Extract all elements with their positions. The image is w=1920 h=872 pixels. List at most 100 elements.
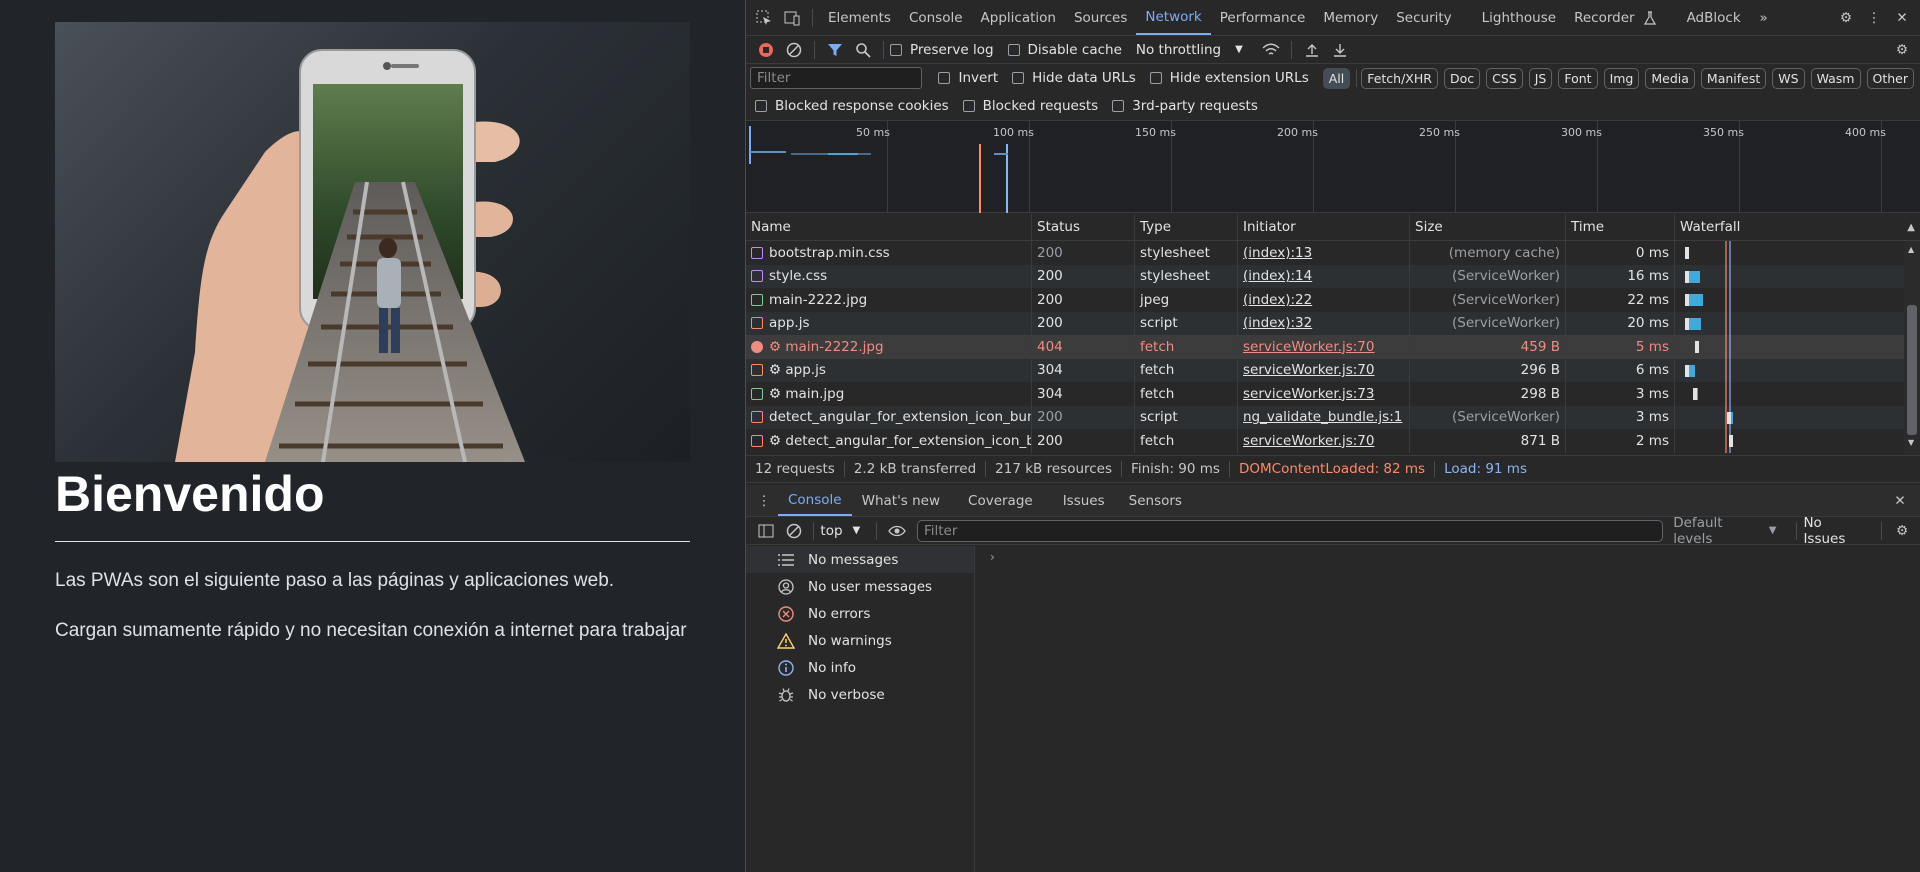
drawer-tab-console[interactable]: Console [778, 485, 852, 516]
close-drawer-icon[interactable]: ✕ [1888, 490, 1912, 512]
filter-chip-manifest[interactable]: Manifest [1700, 67, 1767, 89]
close-devtools-icon[interactable]: ✕ [1890, 7, 1914, 29]
tab-performance[interactable]: Performance [1211, 0, 1315, 35]
blocked-cookies-checkbox[interactable]: Blocked response cookies [755, 98, 949, 114]
sidebar-item-user-messages[interactable]: No user messages [746, 573, 974, 600]
network-overview-timeline[interactable]: 50 ms 100 ms 150 ms 200 ms 250 ms 300 ms… [746, 120, 1920, 213]
network-filter-input[interactable]: Filter [750, 67, 923, 89]
device-toolbar-icon[interactable] [780, 7, 804, 29]
cell-initiator[interactable]: (index):22 [1237, 288, 1409, 312]
tab-security[interactable]: Security [1387, 0, 1460, 35]
tab-adblock[interactable]: AdBlock [1678, 0, 1750, 35]
sidebar-item-verbose[interactable]: No verbose [746, 681, 974, 708]
cell-initiator[interactable]: (index):32 [1237, 311, 1409, 335]
context-select[interactable]: top ▼ [820, 523, 860, 539]
console-filter-input[interactable]: Filter [916, 519, 1664, 542]
cell-initiator[interactable]: serviceWorker.js:70 [1237, 429, 1409, 453]
table-row[interactable]: ⚙ app.js 304 fetch serviceWorker.js:70 296 B… [746, 358, 1904, 382]
timeline-label: 300 ms [1561, 126, 1602, 139]
drawer-tab-whats-new[interactable]: What's new [852, 485, 950, 516]
live-expression-eye-icon[interactable] [885, 520, 909, 542]
cell-initiator[interactable]: serviceWorker.js:70 [1237, 358, 1409, 382]
column-time[interactable]: Time [1565, 214, 1674, 240]
column-status[interactable]: Status [1031, 214, 1134, 240]
preserve-log-checkbox[interactable]: Preserve log [890, 42, 994, 58]
tab-network[interactable]: Network [1136, 0, 1211, 35]
column-size[interactable]: Size [1409, 214, 1565, 240]
filter-chip-other[interactable]: Other [1866, 67, 1914, 89]
tab-sources[interactable]: Sources [1065, 0, 1136, 35]
throttling-select[interactable]: No throttling ▼ [1136, 42, 1243, 58]
filter-chip-font[interactable]: Font [1558, 67, 1598, 89]
column-waterfall[interactable]: Waterfall ▲ [1674, 214, 1920, 240]
column-name[interactable]: Name [746, 214, 1031, 240]
table-row[interactable]: detect_angular_for_extension_icon_bundl.… [746, 405, 1904, 429]
console-prompt-chevron-icon[interactable]: › [990, 550, 995, 564]
tab-recorder[interactable]: Recorder [1565, 0, 1644, 35]
table-row[interactable]: ⚙ detect_angular_for_extension_icon_bu..… [746, 429, 1904, 453]
drawer-menu-icon[interactable]: ⋮ [752, 490, 776, 512]
table-row[interactable]: style.css 200 stylesheet (index):14 (Service… [746, 264, 1904, 288]
sidebar-item-warnings[interactable]: No warnings [746, 627, 974, 654]
filter-chip-css[interactable]: CSS [1486, 67, 1523, 89]
table-row[interactable]: bootstrap.min.css 200 stylesheet (index):13… [746, 241, 1904, 265]
export-har-icon[interactable] [1328, 39, 1352, 61]
network-settings-icon[interactable]: ⚙ [1890, 39, 1914, 61]
filter-row: Filter Invert Hide data URLs Hide extens… [746, 64, 1920, 92]
hide-data-urls-checkbox[interactable]: Hide data URLs [1012, 70, 1136, 86]
clear-icon[interactable] [782, 39, 806, 61]
cell-initiator[interactable]: (index):14 [1237, 264, 1409, 288]
log-levels-select[interactable]: Default levels ▼ [1673, 515, 1776, 547]
settings-icon[interactable]: ⚙ [1834, 7, 1858, 29]
table-row[interactable]: main-2222.jpg 200 jpeg (index):22 (ServiceWo… [746, 288, 1904, 312]
tab-console[interactable]: Console [900, 0, 972, 35]
more-tabs-icon[interactable]: » [1752, 7, 1776, 29]
filter-chip-media[interactable]: Media [1645, 67, 1695, 89]
column-initiator[interactable]: Initiator [1237, 214, 1409, 240]
sidebar-item-info[interactable]: No info [746, 654, 974, 681]
filter-chip-fetch-xhr[interactable]: Fetch/XHR [1361, 67, 1438, 89]
drawer-tab-coverage[interactable]: Coverage [950, 485, 1051, 516]
table-row[interactable]: app.js 200 script (index):32 (ServiceWorker)… [746, 311, 1904, 335]
console-settings-icon[interactable]: ⚙ [1890, 520, 1914, 542]
cell-initiator[interactable]: serviceWorker.js:73 [1237, 382, 1409, 406]
more-options-icon[interactable]: ⋮ [1862, 7, 1886, 29]
filter-chip-img[interactable]: Img [1603, 67, 1640, 89]
sidebar-toggle-icon[interactable] [754, 520, 778, 542]
third-party-requests-checkbox[interactable]: 3rd-party requests [1112, 98, 1258, 114]
tab-elements[interactable]: Elements [819, 0, 900, 35]
tab-application[interactable]: Application [972, 0, 1065, 35]
filter-chip-js[interactable]: JS [1528, 67, 1553, 89]
js-file-icon [751, 411, 763, 424]
table-row[interactable]: ⚙ main.jpg 304 fetch serviceWorker.js:73 298… [746, 382, 1904, 406]
sidebar-item-errors[interactable]: No errors [746, 600, 974, 627]
column-type[interactable]: Type [1134, 214, 1237, 240]
network-conditions-icon[interactable] [1259, 39, 1283, 61]
table-row[interactable]: ⚙ main-2222.jpg 404 fetch serviceWorker.js:… [746, 335, 1904, 359]
filter-chip-doc[interactable]: Doc [1443, 67, 1481, 89]
invert-checkbox[interactable]: Invert [938, 70, 998, 86]
search-icon[interactable] [851, 39, 875, 61]
record-stop-icon[interactable] [754, 39, 778, 61]
cell-initiator[interactable]: serviceWorker.js:70 [1237, 335, 1409, 359]
tab-memory[interactable]: Memory [1314, 0, 1387, 35]
filter-chip-all[interactable]: All [1322, 67, 1351, 89]
table-scrollbar[interactable]: ▲ ▼ [1904, 241, 1920, 454]
blocked-requests-checkbox[interactable]: Blocked requests [962, 98, 1098, 114]
cell-initiator[interactable]: (index):13 [1237, 241, 1409, 265]
issues-counter[interactable]: No Issues [1803, 515, 1867, 547]
disable-cache-checkbox[interactable]: Disable cache [1007, 42, 1122, 58]
tab-lighthouse[interactable]: Lighthouse [1473, 0, 1565, 35]
drawer-tab-issues[interactable]: Issues [1051, 485, 1117, 516]
drawer-tab-sensors[interactable]: Sensors [1117, 485, 1194, 516]
import-har-icon[interactable] [1300, 39, 1324, 61]
hide-extension-urls-checkbox[interactable]: Hide extension URLs [1149, 70, 1309, 86]
clear-console-icon[interactable] [782, 520, 806, 542]
inspect-element-icon[interactable] [752, 7, 776, 29]
filter-chip-ws[interactable]: WS [1772, 67, 1805, 89]
filter-funnel-icon[interactable] [823, 39, 847, 61]
cell-initiator[interactable]: ng_validate_bundle.js:1 [1237, 405, 1409, 429]
scrollbar-thumb[interactable] [1907, 305, 1917, 435]
sidebar-item-messages[interactable]: No messages [746, 546, 974, 573]
filter-chip-wasm[interactable]: Wasm [1810, 67, 1861, 89]
